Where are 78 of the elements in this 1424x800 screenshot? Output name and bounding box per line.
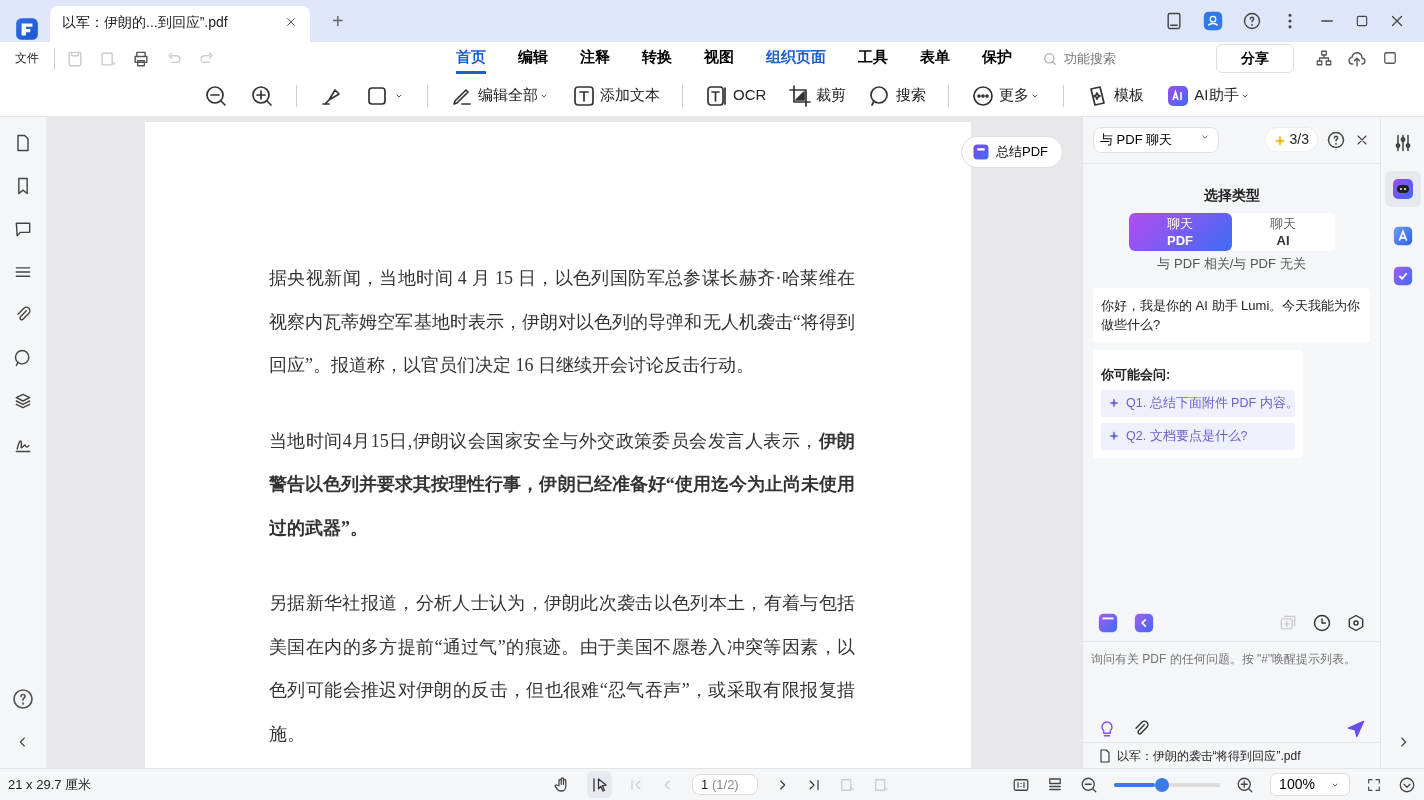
share-button[interactable]: 分享 [1215,44,1294,73]
page-size-label: 21 x 29.7 厘米 [8,775,92,794]
suggestions-title: 你可能会问: [1101,365,1172,384]
document-tab[interactable]: 以军：伊朗的...到回应”.pdf [50,6,310,42]
toolbar-button[interactable]: 编辑全部 [442,79,558,112]
ribbon-tab[interactable]: 工具 [858,42,888,75]
paragraph: 据央视新闻，当地时间 4 月 15 日，以色列国防军总参谋长赫齐·哈莱维在视察内瓦蒂姆空军基地时表示，伊朗对以色列的导弹和无人机袭击“将得到回应”。报道称，以官员们决定 16 日继续开会讨论反击行动。 [269,267,855,377]
suggested-question[interactable]: Q2. 文档要点是什么? [1101,422,1295,450]
avatar-icon[interactable] [1202,10,1224,32]
file-icon [1097,747,1113,764]
toolbar-button[interactable]: AI助手 [1158,79,1259,112]
toolbar-button[interactable]: 更多 [963,79,1050,112]
ai-chat-tab[interactable] [1384,171,1421,207]
app-logo[interactable] [14,16,40,42]
lightning-icon [1273,134,1286,147]
help-icon[interactable] [1242,11,1262,31]
toolbar-button[interactable]: 模板 [1078,79,1153,112]
sparkle-icon [1109,398,1119,409]
zoom-dropdown[interactable]: 100% [1270,773,1350,796]
credits-badge: 3/3 [1264,127,1318,153]
greeting-message: 你好，我是你的 AI 助手 Lumi。今天我能为你做些什么? [1093,287,1370,343]
zoom-slider-fill[interactable] [1114,782,1156,787]
more-icon [971,83,996,108]
settings-icon[interactable] [1346,612,1366,633]
robot-icon [1390,177,1415,201]
maximize-icon[interactable] [1354,13,1370,29]
close-icon[interactable] [284,15,298,29]
help-icon[interactable] [11,687,35,711]
ai-icon [1166,83,1191,108]
new-tab-button[interactable]: + [332,6,344,36]
zoomout-icon [204,83,228,108]
sparkle-icon [1109,431,1119,442]
panel-heading: 选择类型 [1202,185,1261,205]
zoom-in-icon[interactable] [1236,775,1255,794]
file-menu[interactable]: 文件 [14,48,40,69]
slider-thumb[interactable] [1155,777,1170,792]
ribbon-tab[interactable]: 保护 [982,42,1012,75]
notes-icon[interactable] [1097,611,1119,634]
page-number-field[interactable]: 1 (1/2) [692,773,759,796]
summarize-pdf-button[interactable]: 总结PDF [961,136,1063,168]
comment-icon[interactable] [13,219,33,239]
select-tool[interactable] [587,771,613,798]
paragraph: 另据新华社报道，分析人士认为，伊朗此次袭击以色列本土，有着与包括美国在内的多方提前“通过气”的痕迹。由于美国不愿卷入冲突等因素，以色列可能会推迟对伊朗的反击，但也很难“忍气吞声”，或采取有限报复措施。 [269,592,855,746]
hierarchy-icon[interactable] [1314,48,1333,67]
toolbar-button[interactable]: OCR [697,79,775,112]
fullscreen-icon[interactable] [1365,776,1382,793]
text-box-icon [572,83,596,108]
crop-icon [788,83,813,108]
help-icon[interactable] [1326,129,1346,150]
chat-type-toggle[interactable]: 聊天 PDF [1128,212,1232,251]
mode-dropdown[interactable]: 与 PDF 聊天 [1093,127,1219,153]
layers-icon[interactable] [13,391,33,411]
checklist-icon[interactable] [1391,265,1414,287]
attached-file-name: 以军：伊朗的袭击“将得到回应”.pdf [1116,747,1301,765]
toolbar-button[interactable]: 添加文本 [564,79,668,112]
arrow-app-icon[interactable] [1133,611,1155,634]
zoomin-icon [250,83,274,108]
segment-hint: 与 PDF 相关/与 PDF 无关 [1156,255,1307,273]
toolbar-button[interactable]: 裁剪 [780,79,855,112]
zoom-out-icon[interactable] [1080,775,1099,794]
toolbar-button[interactable]: 搜索 [860,79,935,112]
suggested-question[interactable]: Q1. 总结下面附件 PDF 内容。 [1101,390,1295,417]
send-icon[interactable] [1346,718,1366,739]
history-icon[interactable] [1312,612,1332,633]
ribbon-tab[interactable]: 组织页面 [766,42,826,75]
text-frame-icon [705,83,729,108]
scroll-down-icon[interactable] [1397,775,1416,794]
ribbon-tab[interactable]: 表单 [920,42,950,75]
paragraph: 当地时间4月15日,伊朗议会国家安全与外交政策委员会发言人表示，伊朗警告以色列并要求其按理性行事，伊朗已经准备好“使用迄今为止尚未使用过的武器”。 [269,429,855,540]
ribbon-tab[interactable]: 编辑 [518,42,548,75]
ribbon-tab[interactable]: 注释 [580,42,610,75]
translate-icon[interactable] [1391,225,1414,247]
ribbon-tab[interactable]: 视图 [704,42,734,75]
chat-type-toggle[interactable]: 聊天 AI [1231,212,1335,251]
notification-icon[interactable] [1164,11,1184,31]
ribbon-tab[interactable]: 转换 [642,42,672,75]
document-icon [972,142,990,161]
search-icon [1042,50,1058,67]
